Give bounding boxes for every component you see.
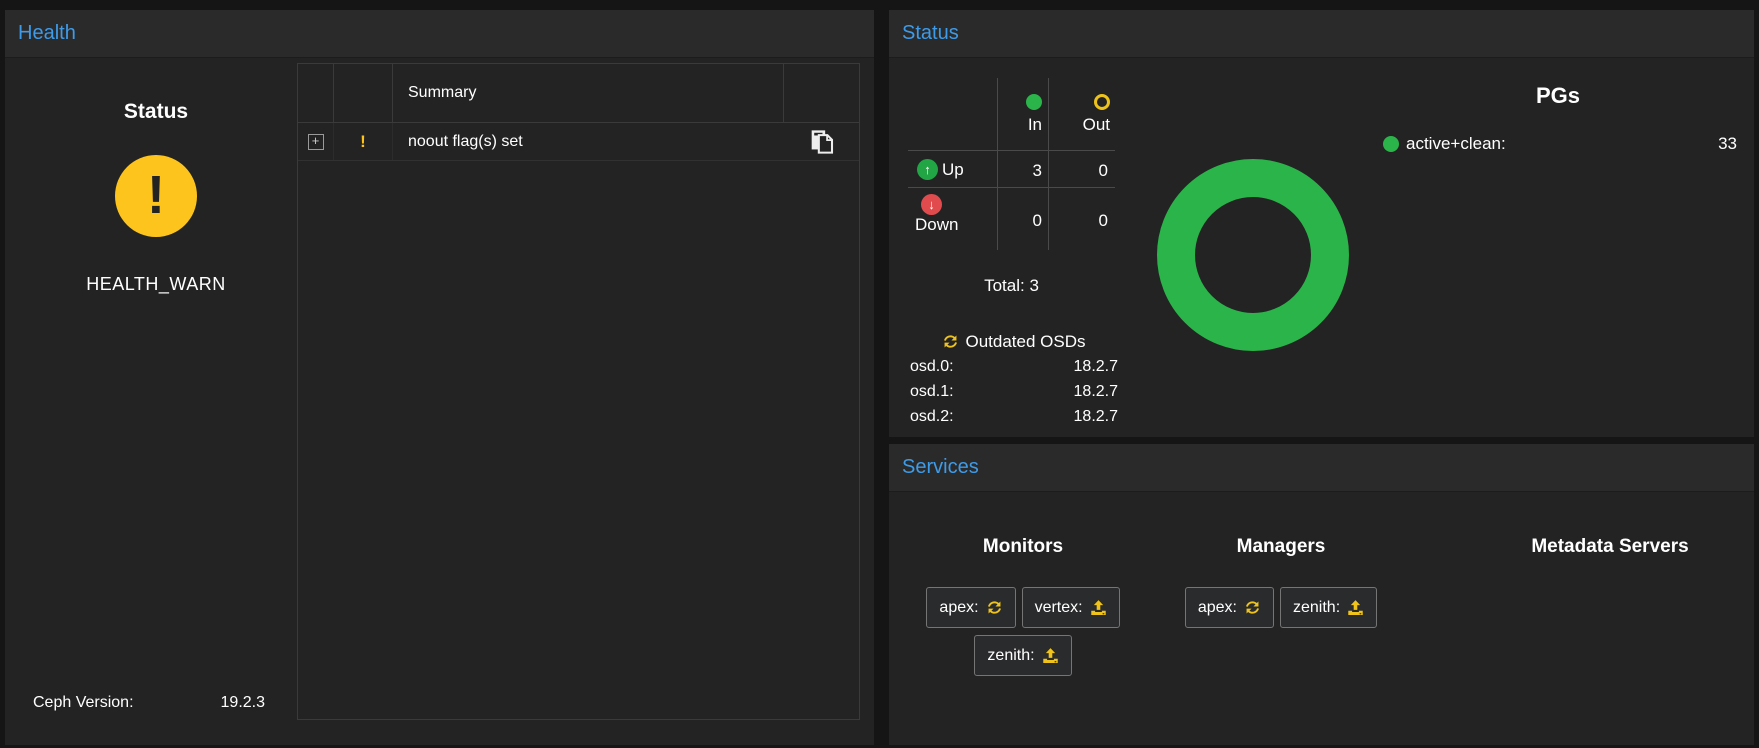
osd-down-label: Down: [915, 215, 995, 235]
monitor-apex-button[interactable]: apex:: [926, 587, 1015, 628]
health-status-value: HEALTH_WARN: [5, 274, 307, 295]
services-panel-title: Services: [902, 456, 979, 479]
grid-header-severity-col: [334, 64, 393, 122]
manager-apex-button[interactable]: apex:: [1185, 587, 1274, 628]
status-panel: Status In Out ↑ Up 3 0 ↓ Down 0 0 Total:…: [889, 10, 1754, 437]
health-summary-grid: Summary + ! noout flag(s) set: [297, 63, 860, 720]
health-panel: Health Status ! HEALTH_WARN Summary + ! …: [5, 10, 874, 745]
health-panel-title: Health: [18, 22, 76, 45]
row-summary-cell: noout flag(s) set: [393, 133, 784, 151]
upload-icon: [1042, 647, 1059, 664]
monitor-vertex-button[interactable]: vertex:: [1022, 587, 1120, 628]
osd-name: osd.0:: [910, 358, 954, 376]
expand-icon[interactable]: +: [308, 134, 324, 150]
row-severity-cell: !: [334, 123, 393, 160]
warning-circle-icon: !: [115, 155, 197, 237]
ceph-dashboard: Health Status ! HEALTH_WARN Summary + ! …: [0, 0, 1759, 748]
osd-name: osd.2:: [910, 408, 954, 426]
table-row[interactable]: + ! noout flag(s) set: [298, 123, 859, 161]
monitor-zenith-button[interactable]: zenith:: [974, 635, 1071, 676]
sync-icon: [1244, 599, 1261, 616]
health-status-heading: Status: [5, 100, 307, 124]
monitors-heading: Monitors: [908, 536, 1138, 558]
monitors-buttons: apex: vertex: zenith:: [901, 587, 1145, 676]
status-panel-title: Status: [902, 22, 959, 45]
arrow-circle-up-icon: ↑: [917, 159, 938, 180]
pgs-legend-label: active+clean:: [1406, 134, 1506, 154]
managers-buttons: apex: zenith:: [1159, 587, 1403, 628]
outdated-osds-label: Outdated OSDs: [965, 332, 1085, 351]
row-expander-cell: +: [298, 123, 334, 160]
outdated-osds-heading: Outdated OSDs: [904, 332, 1124, 352]
upload-icon: [1347, 599, 1364, 616]
status-panel-header: Status: [889, 10, 1754, 58]
osd-down-out-value: 0: [1048, 211, 1108, 231]
list-item: osd.2: 18.2.7: [910, 408, 1118, 426]
osd-version: 18.2.7: [1074, 408, 1118, 426]
osd-col-out: Out: [1048, 94, 1110, 135]
osd-name: osd.1:: [910, 383, 954, 401]
copy-icon[interactable]: [810, 128, 834, 155]
grid-header-expander-col: [298, 64, 334, 122]
pgs-heading: PGs: [1458, 83, 1658, 109]
manager-apex-label: apex:: [1198, 599, 1237, 617]
osd-total: Total: 3: [908, 276, 1115, 296]
monitor-apex-label: apex:: [939, 599, 978, 617]
osd-up-out-value: 0: [1048, 161, 1108, 181]
sync-icon: [942, 333, 959, 350]
green-dot-icon: [1383, 136, 1399, 152]
manager-zenith-button[interactable]: zenith:: [1280, 587, 1377, 628]
green-dot-icon: [1026, 94, 1042, 110]
arrow-circle-down-icon: ↓: [921, 194, 942, 215]
manager-zenith-label: zenith:: [1293, 599, 1340, 617]
yellow-ring-icon: [1094, 94, 1110, 110]
grid-header-summary-col[interactable]: Summary: [393, 64, 784, 122]
grid-header-action-col: [784, 64, 859, 122]
services-panel-header: Services: [889, 444, 1754, 492]
osd-version: 18.2.7: [1074, 383, 1118, 401]
osd-col-in: In: [997, 94, 1042, 135]
warning-icon: !: [360, 132, 366, 152]
pgs-legend-item: active+clean: 33: [1383, 134, 1737, 154]
warning-glyph: !: [147, 164, 165, 226]
grid-header-row: Summary: [298, 64, 859, 123]
services-panel: Services Monitors Managers Metadata Serv…: [889, 444, 1754, 745]
ceph-version-row: Ceph Version: 19.2.3: [33, 694, 265, 712]
osd-col-in-label: In: [997, 115, 1042, 135]
osd-version: 18.2.7: [1074, 358, 1118, 376]
row-action-cell: [784, 128, 859, 155]
osd-table-hline-1: [908, 150, 1115, 151]
pgs-legend-value: 33: [1718, 134, 1737, 154]
list-item: osd.0: 18.2.7: [910, 358, 1118, 376]
ceph-version-value: 19.2.3: [221, 694, 265, 712]
ceph-version-label: Ceph Version:: [33, 694, 134, 712]
osd-up-label: Up: [942, 160, 964, 180]
osd-row-up: ↑ Up: [917, 159, 964, 180]
osd-col-out-label: Out: [1048, 115, 1110, 135]
pgs-donut-chart: [1157, 159, 1349, 351]
health-panel-header: Health: [5, 10, 874, 58]
monitor-zenith-label: zenith:: [987, 647, 1034, 665]
osd-row-down: ↓ Down: [915, 194, 995, 235]
metadata-servers-heading: Metadata Servers: [1495, 536, 1725, 558]
osd-down-in-value: 0: [997, 211, 1042, 231]
osd-table-hline-2: [908, 187, 1115, 188]
monitor-vertex-label: vertex:: [1035, 599, 1083, 617]
list-item: osd.1: 18.2.7: [910, 383, 1118, 401]
osd-up-in-value: 3: [997, 161, 1042, 181]
managers-heading: Managers: [1166, 536, 1396, 558]
sync-icon: [986, 599, 1003, 616]
upload-icon: [1090, 599, 1107, 616]
